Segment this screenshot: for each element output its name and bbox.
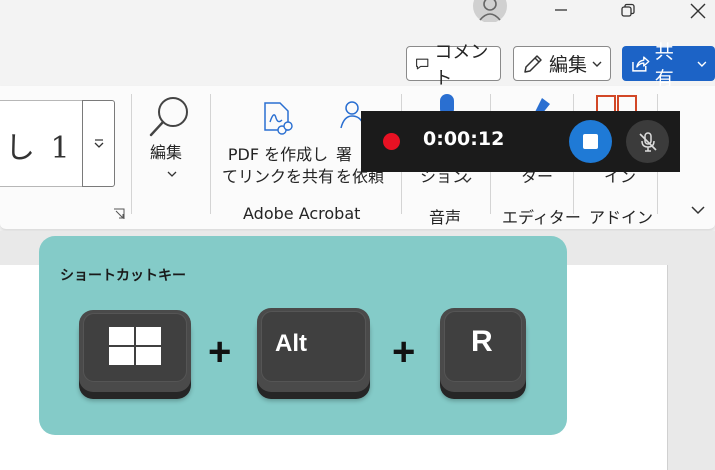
comments-button[interactable]: コメント bbox=[406, 42, 501, 89]
share-button[interactable]: 共有 bbox=[622, 41, 715, 90]
title-bar bbox=[0, 0, 715, 40]
close-button[interactable] bbox=[676, 0, 715, 22]
comments-label: コメント bbox=[434, 41, 489, 89]
stop-icon bbox=[583, 134, 598, 149]
editing-mode-button[interactable]: 編集 bbox=[513, 46, 611, 81]
stop-recording-button[interactable] bbox=[569, 120, 612, 163]
chevron-down-icon bbox=[697, 61, 707, 67]
plus-sign: + bbox=[208, 330, 232, 374]
mute-microphone-button[interactable] bbox=[626, 120, 669, 163]
alt-key-label: Alt bbox=[275, 330, 307, 357]
create-pdf-label-line2: てリンクを共有 bbox=[222, 167, 335, 186]
pencil-icon bbox=[524, 54, 542, 73]
share-label: 共有 bbox=[654, 40, 674, 90]
chevron-down-icon bbox=[592, 61, 602, 67]
minimize-icon bbox=[555, 9, 567, 11]
group-label-adobe: Adobe Acrobat bbox=[243, 204, 361, 223]
style-gallery-expand-button[interactable] bbox=[82, 100, 115, 187]
restore-icon bbox=[621, 3, 635, 17]
plus-sign: + bbox=[392, 330, 416, 374]
r-key: R bbox=[440, 308, 526, 392]
search-icon[interactable] bbox=[147, 94, 195, 142]
share-icon bbox=[632, 55, 650, 72]
account-avatar[interactable] bbox=[472, 0, 508, 23]
ribbon-collapse-chevron-icon[interactable] bbox=[690, 204, 706, 216]
screen-recording-toolbar: 0:00:12 bbox=[361, 111, 680, 172]
style-gallery[interactable]: し 1 bbox=[0, 100, 82, 187]
group-label-voice: 音声 bbox=[429, 208, 462, 227]
minimize-button[interactable] bbox=[539, 0, 583, 22]
windows-logo-icon bbox=[109, 327, 161, 365]
group-label-addins: アドイン bbox=[589, 208, 654, 227]
close-icon bbox=[690, 3, 706, 19]
create-pdf-label-line1: PDF を作成し bbox=[227, 145, 329, 164]
group-label-editor: エディター bbox=[502, 208, 581, 227]
create-pdf-share-link-button[interactable]: PDF を作成し てリンクを共有 bbox=[222, 144, 334, 188]
dialog-launcher-icon[interactable] bbox=[113, 208, 125, 220]
restore-button[interactable] bbox=[606, 0, 650, 22]
shortcut-card-title: ショートカットキー bbox=[60, 268, 186, 284]
comment-icon bbox=[416, 58, 429, 69]
pdf-link-icon[interactable] bbox=[262, 102, 294, 138]
shortcut-card: ショートカットキー + Alt + R bbox=[39, 236, 567, 435]
gallery-more-icon bbox=[94, 138, 103, 148]
chevron-down-icon bbox=[462, 177, 472, 183]
editing-mode-label: 編集 bbox=[549, 54, 588, 76]
alt-key: Alt bbox=[257, 308, 370, 392]
recording-indicator-icon bbox=[383, 133, 400, 150]
windows-key bbox=[79, 310, 191, 392]
microphone-off-icon bbox=[638, 131, 657, 152]
editing-group-button[interactable]: 編集 bbox=[150, 142, 182, 164]
recording-elapsed-time: 0:00:12 bbox=[423, 128, 505, 150]
r-key-label: R bbox=[471, 325, 493, 358]
chevron-down-icon bbox=[167, 171, 177, 177]
style-preview: し 1 bbox=[5, 131, 73, 166]
editing-group-label: 編集 bbox=[150, 143, 183, 162]
